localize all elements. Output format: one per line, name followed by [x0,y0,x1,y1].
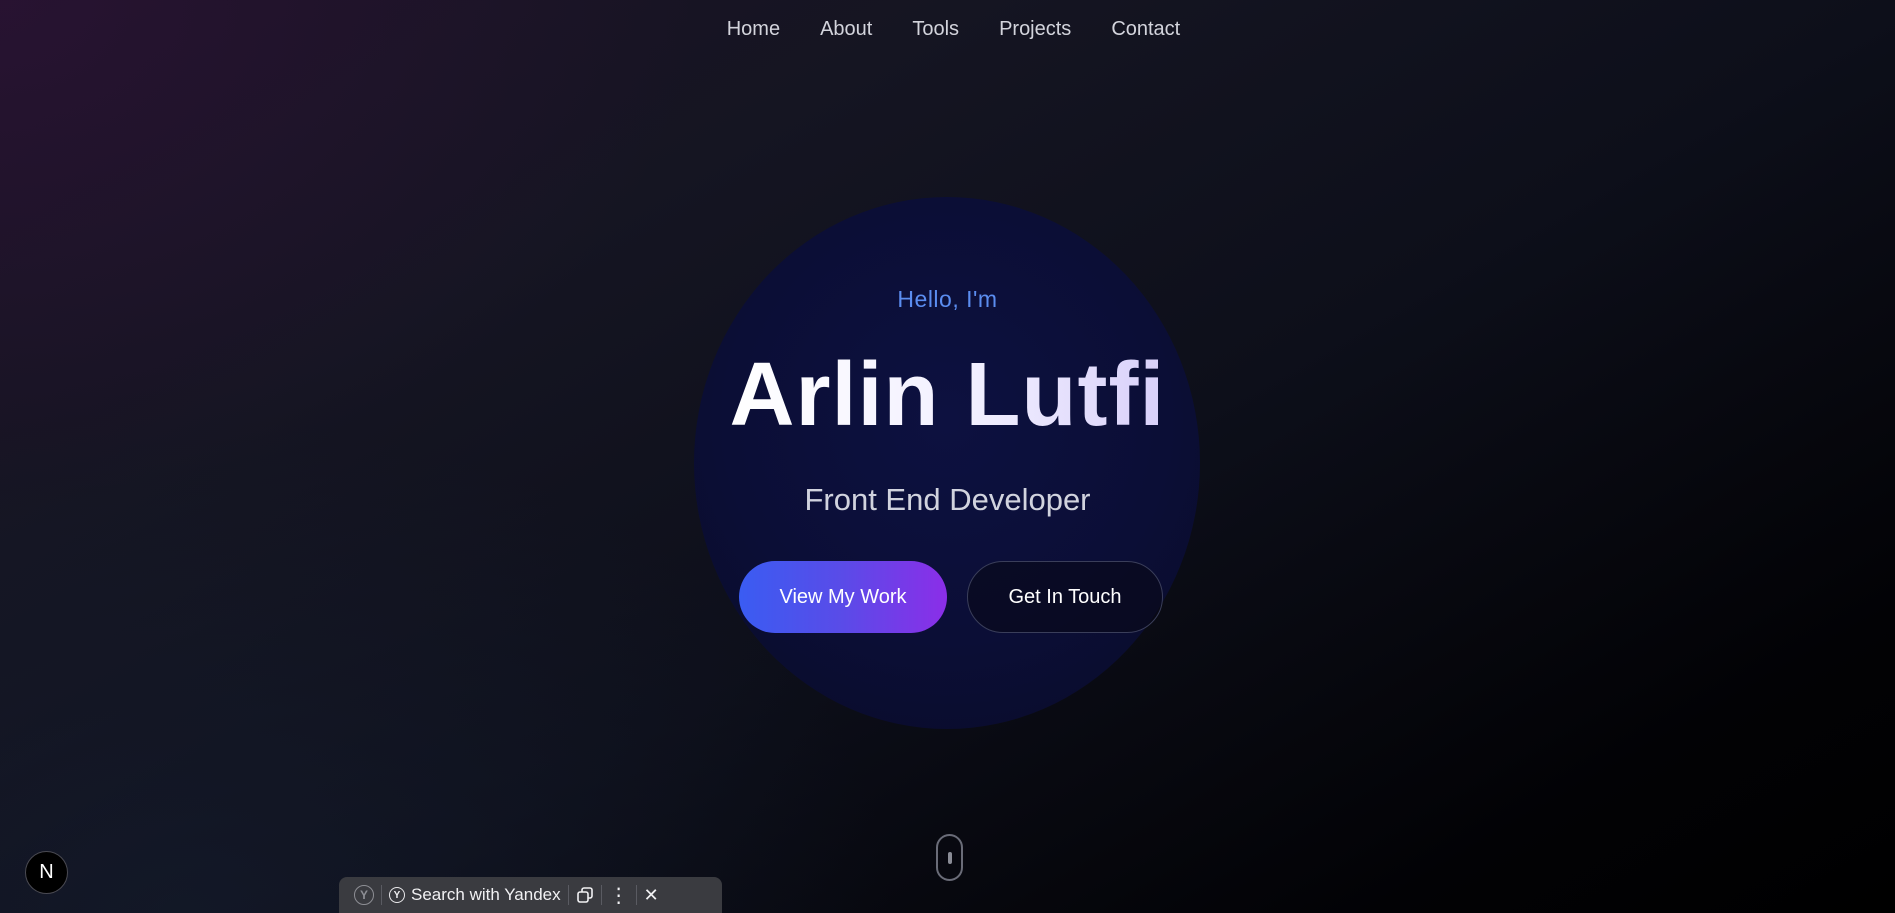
more-options-button[interactable]: ⋮ [602,877,636,913]
more-vertical-icon: ⋮ [608,884,629,907]
mouse-scroll-icon[interactable] [936,834,963,881]
yandex-logo-button[interactable]: Y [347,877,381,913]
copy-icon [576,887,593,903]
next-dev-badge[interactable]: N [25,851,68,894]
hero-name-text: Arlin Lutfi [729,345,1166,445]
close-icon: ✕ [643,884,659,905]
get-in-touch-button[interactable]: Get In Touch [967,561,1163,633]
close-toolbar-button[interactable]: ✕ [637,877,666,913]
hero-role: Front End Developer [804,482,1091,517]
yandex-selection-toolbar: Y Y Search with Yandex ⋮ ✕ [339,877,722,913]
main-nav: Home About Tools Projects Contact [0,18,1895,41]
nav-item-contact[interactable]: Contact [1111,18,1180,41]
nav-item-home[interactable]: Home [727,18,780,41]
yandex-logo-icon: Y [354,885,374,905]
hero-background-circle [694,197,1200,729]
scroll-wheel-dot [948,852,952,864]
copy-button[interactable] [569,877,601,913]
yandex-search-icon: Y [389,887,405,903]
nav-item-tools[interactable]: Tools [912,18,959,41]
search-with-yandex-label: Search with Yandex [411,885,561,904]
hero-name: Arlin Lutfi [0,344,1895,447]
hero-greeting: Hello, I'm [897,286,998,312]
nav-item-projects[interactable]: Projects [999,18,1071,41]
nav-item-about[interactable]: About [820,18,872,41]
view-my-work-button[interactable]: View My Work [739,561,947,633]
search-with-yandex-button[interactable]: Y Search with Yandex [382,877,568,913]
